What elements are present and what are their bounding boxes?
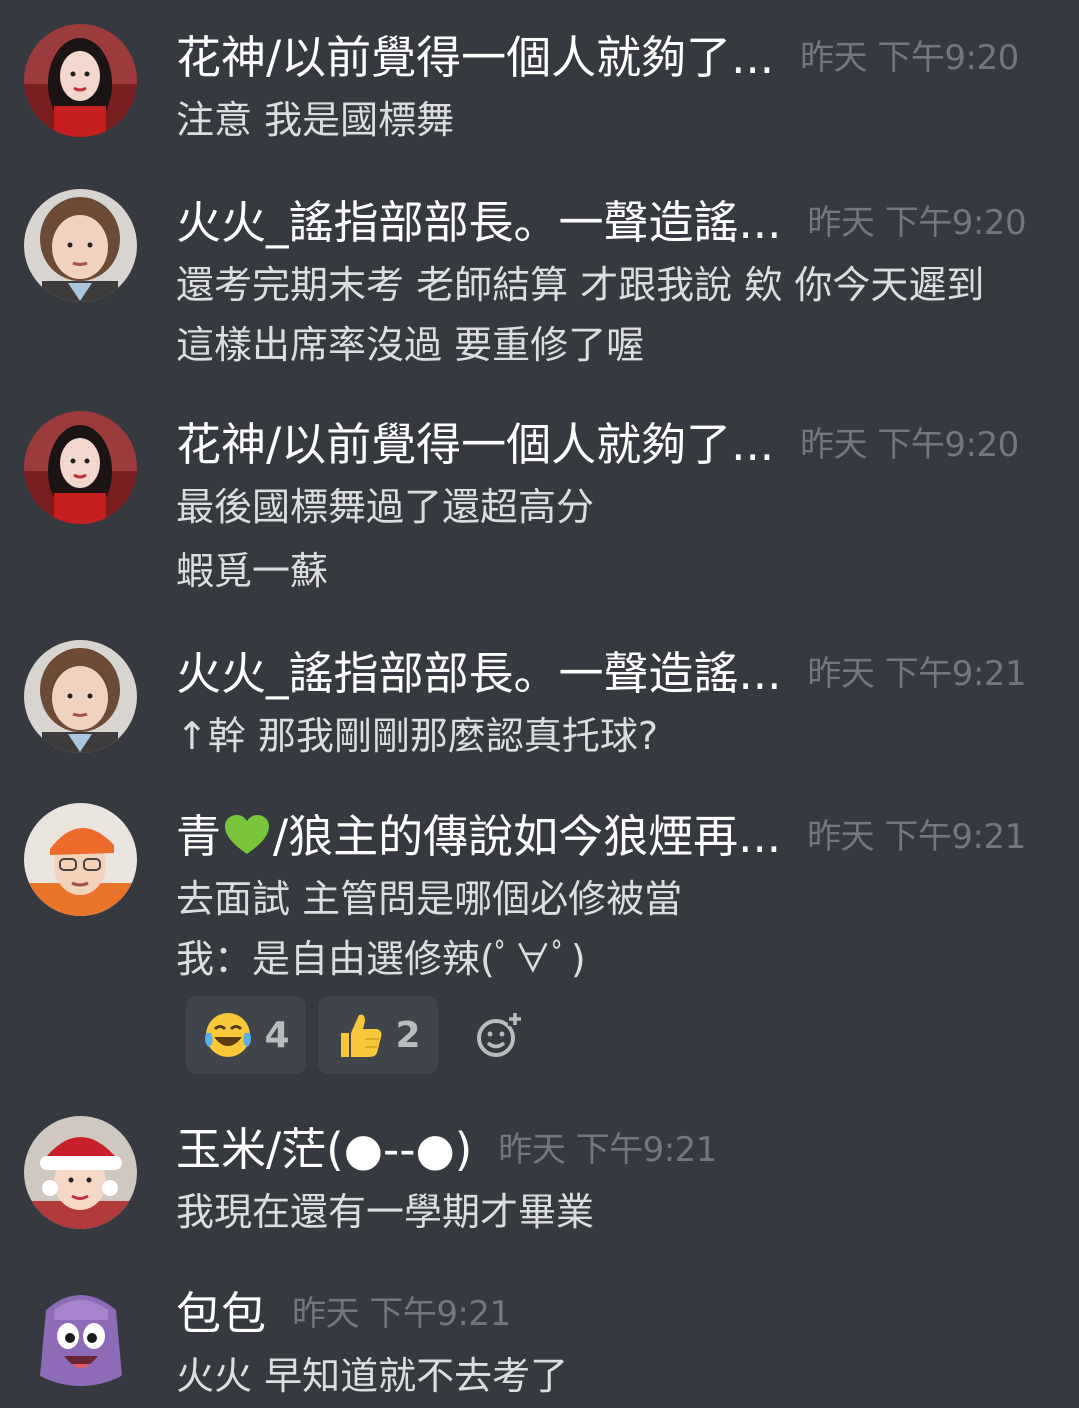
avatar[interactable] — [24, 803, 137, 916]
add-reaction-button[interactable] — [464, 996, 534, 1074]
message-line: 還考完期末考 老師結算 才跟我說 欸 你今天遲到 — [176, 263, 985, 307]
message-line: 火火 早知道就不去考了 — [176, 1354, 569, 1398]
avatar[interactable] — [24, 411, 137, 524]
author-name[interactable]: 玉米/茫(●--●) — [176, 1122, 472, 1178]
author-name[interactable]: 花神/以前覺得一個人就夠了... — [176, 417, 774, 473]
message-line: 注意 我是國標舞 — [176, 98, 455, 142]
author-name[interactable]: 花神/以前覺得一個人就夠了... — [176, 30, 774, 86]
author-name[interactable]: 火火_謠指部部長。一聲造謠... — [176, 195, 781, 251]
tears-of-joy-icon — [205, 1013, 252, 1057]
reaction-tears-of-joy[interactable]: 4 — [186, 996, 306, 1074]
message-line: 最後國標舞過了還超高分 — [176, 485, 595, 529]
timestamp: 昨天 下午9:20 — [807, 203, 1027, 243]
avatar[interactable] — [24, 189, 137, 302]
author-name-suffix: /狼主的傳說如今狼煙再... — [273, 810, 782, 863]
avatar[interactable] — [24, 1116, 137, 1229]
chat-message-list[interactable]: 花神/以前覺得一個人就夠了... 昨天 下午9:20 注意 我是國標舞 火火_謠… — [0, 0, 1079, 1408]
message-line: 這樣出席率沒過 要重修了喔 — [176, 323, 645, 367]
avatar[interactable] — [24, 1280, 137, 1393]
reaction-count: 2 — [395, 1014, 421, 1056]
author-name[interactable]: 火火_謠指部部長。一聲造謠... — [176, 646, 781, 702]
author-name[interactable]: 包包 — [176, 1286, 266, 1342]
timestamp: 昨天 下午9:21 — [498, 1130, 717, 1170]
thumbs-up-icon — [341, 1014, 382, 1057]
add-reaction-icon — [477, 1012, 522, 1057]
message-line: 我：是自由選修辣(ﾟ∀ﾟ) — [176, 937, 586, 981]
message-line: 蝦覓一蘇 — [176, 549, 329, 593]
reaction-count: 4 — [264, 1014, 290, 1056]
timestamp: 昨天 下午9:21 — [292, 1294, 511, 1334]
avatar[interactable] — [24, 24, 137, 137]
green-heart-icon — [225, 815, 270, 854]
author-name[interactable]: 青/狼主的傳說如今狼煙再... — [176, 809, 781, 865]
timestamp: 昨天 下午9:20 — [800, 425, 1019, 465]
author-name-prefix: 青 — [176, 810, 222, 863]
timestamp: 昨天 下午9:21 — [807, 817, 1026, 857]
timestamp: 昨天 下午9:21 — [807, 654, 1027, 694]
message-line: ↑幹 那我剛剛那麼認真托球? — [176, 714, 659, 758]
timestamp: 昨天 下午9:20 — [800, 38, 1019, 78]
reaction-thumbs-up[interactable]: 2 — [318, 996, 438, 1074]
message-line: 去面試 主管問是哪個必修被當 — [176, 877, 683, 921]
message-line: 我現在還有一學期才畢業 — [176, 1190, 595, 1234]
reaction-bar: 4 2 — [186, 996, 534, 1074]
avatar[interactable] — [24, 640, 137, 753]
